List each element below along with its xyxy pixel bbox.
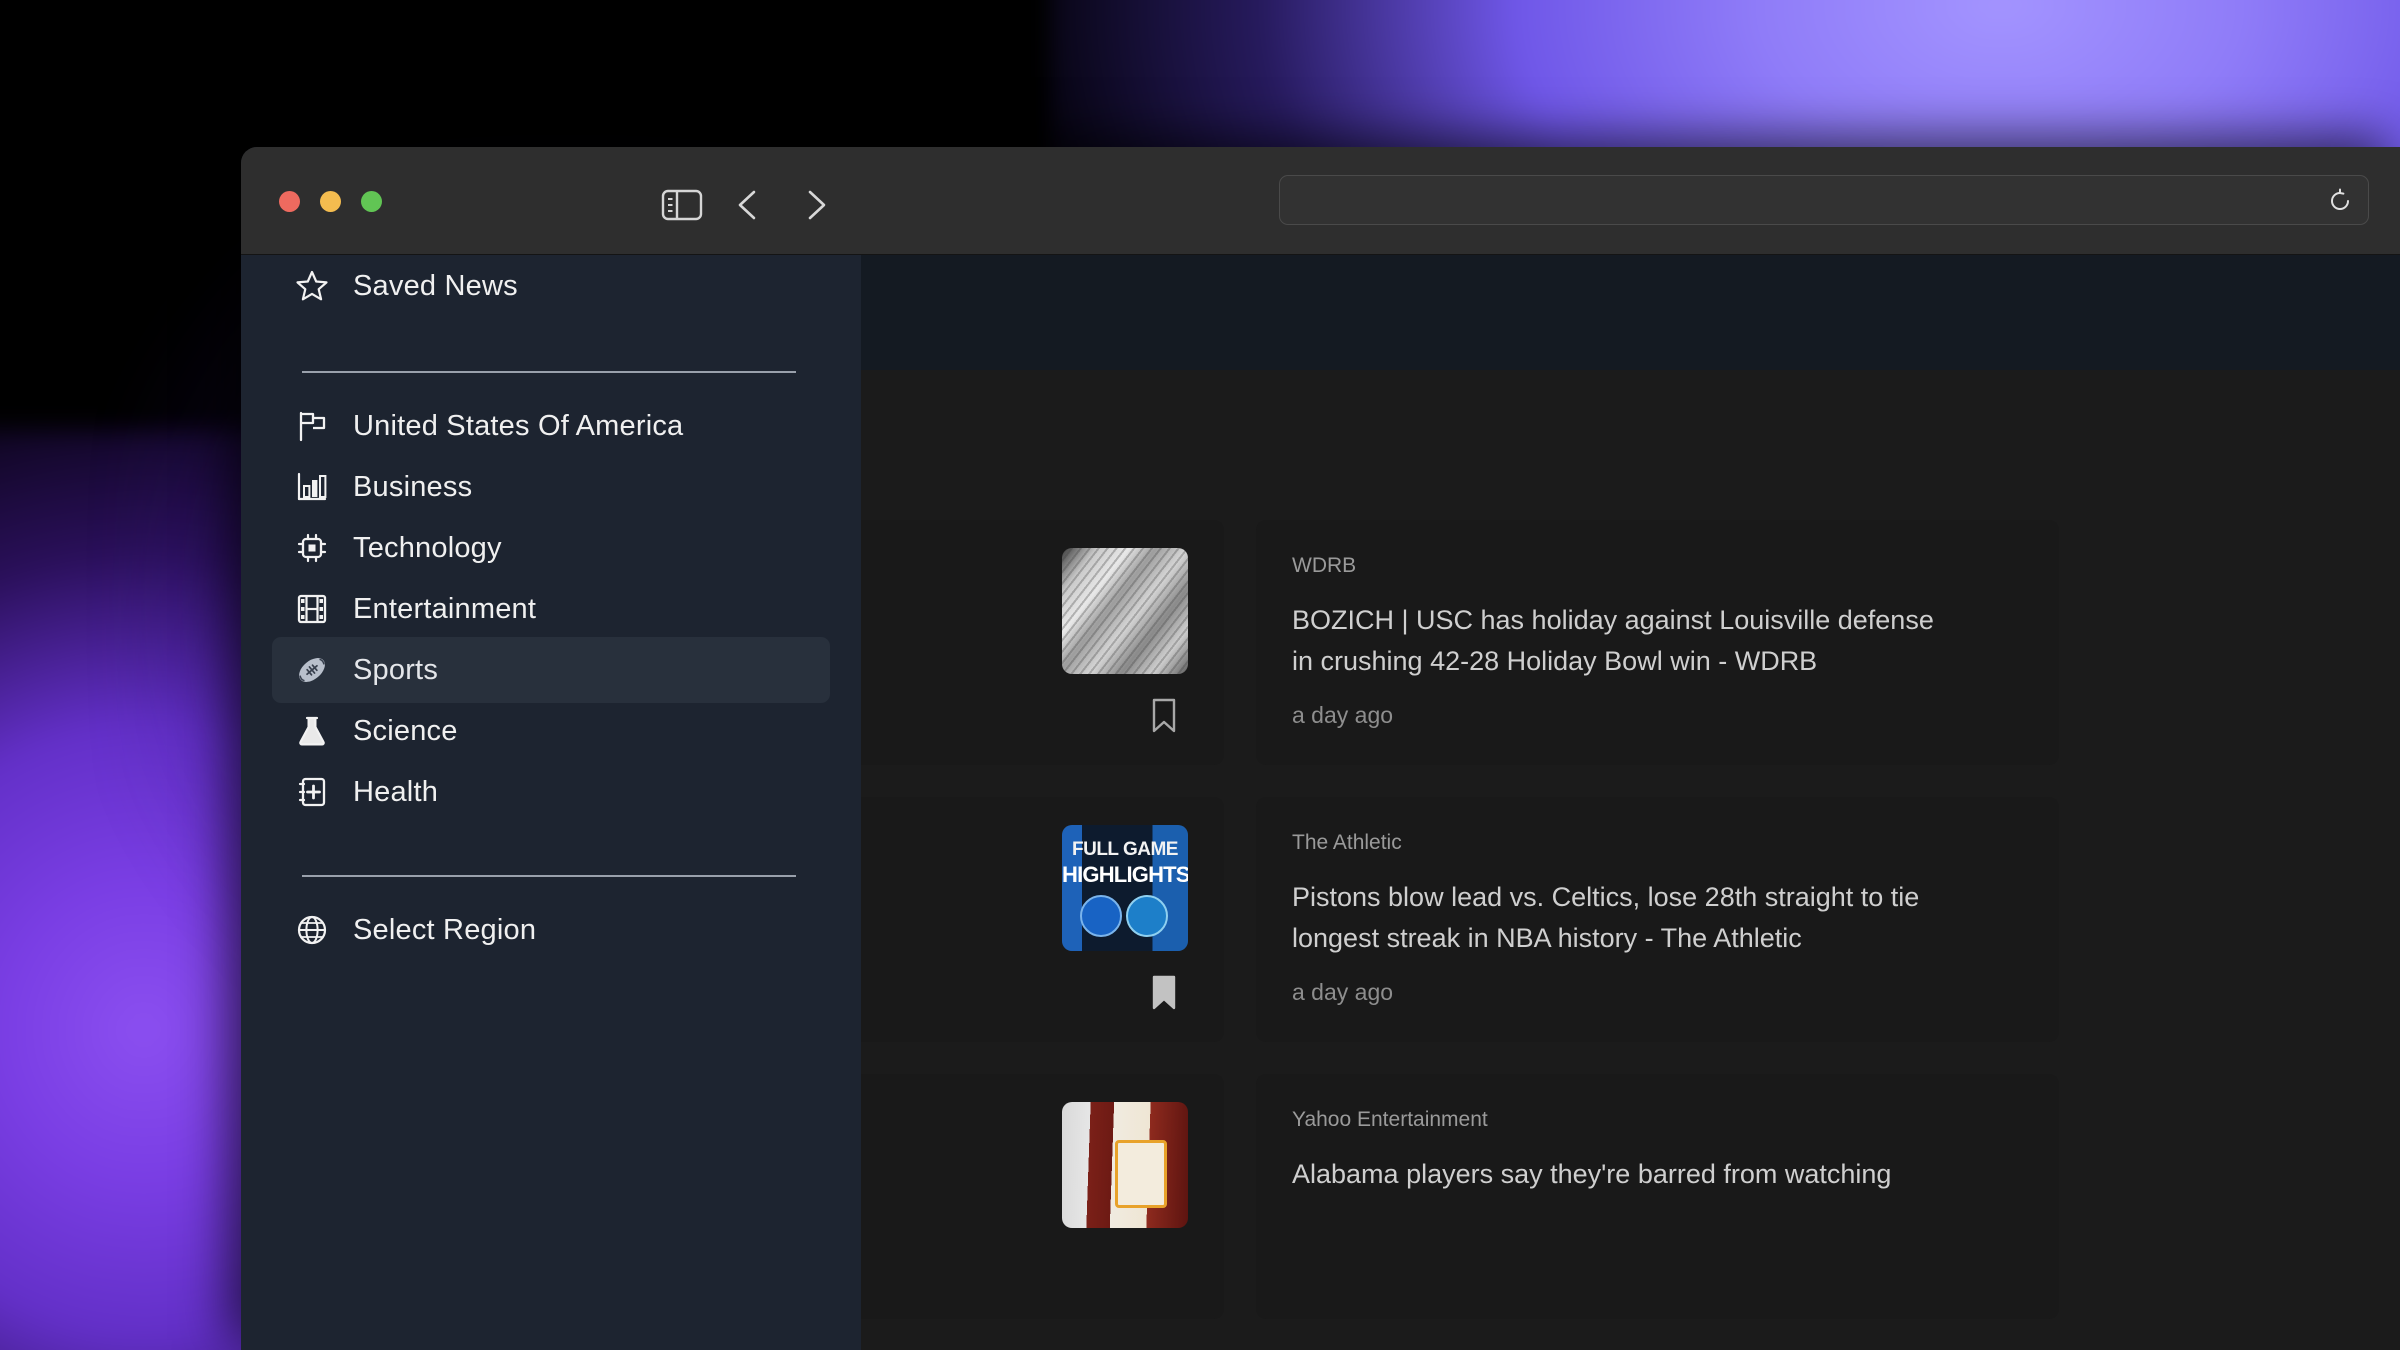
window-traffic-lights	[279, 191, 382, 212]
sidebar-item-technology[interactable]: Technology	[272, 515, 830, 581]
card-title-line2: longest streak in NBA history - The Athl…	[1292, 923, 1802, 953]
sidebar-item-sports[interactable]: Sports	[272, 637, 830, 703]
sidebar-item-label: Technology	[353, 531, 502, 564]
sidebar-item-business[interactable]: Business	[272, 454, 830, 520]
sidebar-item-entertainment[interactable]: Entertainment	[272, 576, 830, 642]
close-button[interactable]	[279, 191, 300, 212]
card-title: Alabama players say they're barred from …	[1292, 1159, 1892, 1189]
sidebar-item-label: United States Of America	[353, 409, 684, 442]
flask-icon	[293, 712, 331, 750]
flag-icon	[293, 407, 331, 445]
minimize-button[interactable]	[320, 191, 341, 212]
sidebar-item-label: Select Region	[353, 913, 537, 946]
card-source: Yahoo Entertainment	[1292, 1108, 1488, 1131]
news-card[interactable]: Yahoo Entertainment Alabama players say …	[1256, 1074, 2059, 1319]
sidebar-item-health[interactable]: Health	[272, 759, 830, 825]
reload-icon[interactable]	[2326, 187, 2354, 215]
film-strip-icon	[293, 590, 331, 628]
maximize-button[interactable]	[361, 191, 382, 212]
bar-chart-icon	[293, 468, 331, 506]
sidebar-toggle-icon[interactable]	[660, 188, 704, 222]
sidebar-divider-top	[302, 371, 796, 373]
news-card[interactable]: WDRB BOZICH | USC has holiday against Lo…	[1256, 520, 2059, 765]
star-icon	[293, 267, 331, 305]
card-title: BOZICH | USC has holiday against Louisvi…	[1292, 605, 1934, 635]
sidebar-item-saved-news[interactable]: Saved News	[272, 253, 830, 319]
card-source: The Athletic	[1292, 831, 1402, 854]
card-timestamp: a day ago	[1292, 979, 1394, 1005]
card-timestamp: a day ago	[1292, 702, 1394, 728]
cpu-chip-icon	[293, 529, 331, 567]
card-title: Pistons blow lead vs. Celtics, lose 28th…	[1292, 882, 1920, 912]
chevron-left-icon[interactable]	[728, 185, 770, 225]
card-source: WDRB	[1292, 554, 1357, 577]
football-icon	[293, 651, 331, 689]
thumbnail-caption-line2: HIGHLIGHTS	[1062, 862, 1188, 887]
card-thumbnail: FULL GAME HIGHLIGHTS	[1062, 825, 1188, 951]
sidebar-item-label: Science	[353, 714, 458, 747]
sidebar-item-label: Health	[353, 775, 439, 808]
card-thumbnail	[1062, 548, 1188, 674]
sidebar-item-label: Entertainment	[353, 592, 537, 625]
bookmark-icon[interactable]	[1149, 697, 1179, 735]
team-logo-timberwolves	[1126, 895, 1168, 937]
navigation-sidebar: Saved News United States Of America Busi…	[241, 255, 861, 1350]
sidebar-item-label: Business	[353, 470, 473, 503]
globe-icon	[293, 911, 331, 949]
chevron-right-icon[interactable]	[794, 185, 836, 225]
browser-toolbar	[241, 147, 2400, 255]
bookmark-icon-filled[interactable]	[1149, 974, 1179, 1012]
news-card[interactable]: The Athletic Pistons blow lead vs. Celti…	[1256, 797, 2059, 1042]
address-bar[interactable]	[1279, 175, 2369, 225]
sidebar-item-label: Sports	[353, 653, 439, 686]
card-title-line2: in crushing 42-28 Holiday Bowl win - WDR…	[1292, 646, 1818, 676]
sidebar-item-science[interactable]: Science	[272, 698, 830, 764]
sidebar-divider-bottom	[302, 875, 796, 877]
sidebar-item-label: Saved News	[353, 269, 518, 302]
thumbnail-caption-line1: FULL GAME	[1072, 839, 1178, 860]
sidebar-item-united-states-of-america[interactable]: United States Of America	[272, 393, 830, 459]
sidebar-item-select-region[interactable]: Select Region	[272, 897, 830, 963]
team-logo-mavericks	[1080, 895, 1122, 937]
card-thumbnail	[1062, 1102, 1188, 1228]
health-book-icon	[293, 773, 331, 811]
